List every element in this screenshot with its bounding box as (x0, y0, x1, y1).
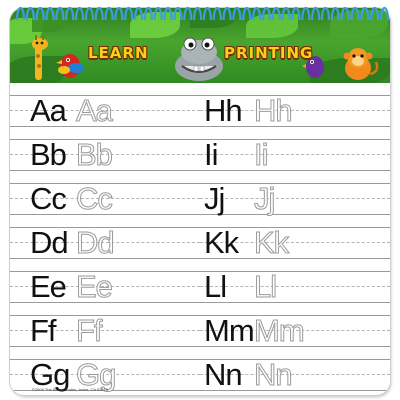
spiral-coil (35, 6, 45, 21)
letter-trace-guide: Kk (253, 225, 289, 260)
monkey-icon (343, 48, 379, 80)
spiral-coil (104, 6, 114, 21)
spiral-coil (370, 6, 380, 21)
spiral-coil (25, 6, 35, 21)
letter-solid: Jj (204, 181, 225, 216)
letter-solid: Ll (204, 269, 227, 304)
spiral-coil (330, 6, 340, 21)
letter-trace-guide: Ll (253, 269, 277, 304)
practice-board: LEARN PRINTING Aa Aa Bb Bb Cc Cc Dd Dd Ee Ee Ff Ff G… (10, 8, 390, 395)
spiral-coil (173, 6, 183, 21)
spiral-coil (55, 6, 65, 21)
spiral-coil (252, 6, 262, 21)
spiral-coil (192, 6, 203, 21)
writing-sheet: Aa Aa Bb Bb Cc Cc Dd Dd Ee Ee Ff Ff Gg Gg Hh Hh Ii Ii Jj J… (10, 83, 390, 395)
letter-row: Ff Ff (10, 311, 200, 355)
midline-guide (200, 286, 390, 287)
spiral-coil (94, 6, 104, 21)
letter-trace-guide: Aa (76, 93, 114, 128)
spiral-coil (301, 6, 311, 21)
letter-trace-guide: Hh (254, 93, 294, 128)
letter-solid: Kk (204, 225, 239, 260)
banner-title-printing: PRINTING (224, 44, 314, 62)
letter-trace-guide: Dd (76, 225, 116, 260)
letter-row: Aa Aa (10, 91, 200, 135)
letter-trace-guide: Bb (76, 137, 114, 172)
spiral-coil (65, 6, 75, 21)
spiral-coil (379, 6, 390, 21)
letter-row: Ll Ll (200, 267, 390, 311)
spiral-coil (183, 6, 193, 21)
spiral-coil (45, 6, 55, 21)
letter-solid: Ee (30, 269, 67, 304)
giraffe-icon (32, 35, 48, 80)
spiral-coil (222, 6, 232, 21)
banner-title-learn: LEARN (88, 44, 149, 62)
letter-row: Jj Jj (200, 179, 390, 223)
letter-row: Hh Hh (200, 91, 390, 135)
letter-row: Bb Bb (10, 135, 200, 179)
letter-row: Dd Dd (10, 223, 200, 267)
parrot-icon (56, 54, 84, 78)
guide-line (200, 271, 390, 272)
letter-solid: Mm (204, 313, 255, 348)
letter-trace-guide: Cc (76, 181, 114, 216)
spiral-coil (124, 6, 134, 21)
spiral-coil (350, 6, 360, 21)
letter-trace-guide: Mm (254, 313, 306, 348)
guide-line (200, 302, 390, 303)
letter-solid: Aa (30, 93, 67, 128)
letter-row: Mm Mm (200, 311, 390, 355)
spiral-coil (360, 6, 370, 21)
spiral-coil (311, 6, 321, 21)
letter-trace-guide: Nn (254, 357, 294, 392)
letter-row: Ii Ii (200, 135, 390, 179)
spiral-coil (74, 6, 85, 21)
letter-column-right: Hh Hh Ii Ii Jj Jj Kk Kk Ll Ll Mm Mm Nn Nn (200, 91, 390, 395)
spiral-coil (291, 6, 301, 21)
letter-solid: Bb (30, 137, 67, 172)
spiral-coil (242, 6, 252, 21)
spiral-coil (232, 6, 242, 21)
letter-trace-guide: Jj (253, 181, 275, 216)
letter-column-left: Aa Aa Bb Bb Cc Cc Dd Dd Ee Ee Ff Ff Gg Gg (10, 91, 200, 395)
spiral-coil (320, 6, 331, 21)
letter-trace-guide: Ee (76, 269, 114, 304)
spiral-coil (281, 6, 291, 21)
spiral-coil (212, 6, 222, 21)
letter-solid: Ff (30, 313, 57, 348)
spiral-coil (114, 6, 124, 21)
spiral-coil (261, 6, 272, 21)
letter-solid: Ii (204, 137, 218, 172)
letter-solid: Dd (30, 225, 69, 260)
letter-row: Cc Cc (10, 179, 200, 223)
letter-trace-guide: Ff (76, 313, 104, 348)
spiral-coil (15, 6, 26, 21)
guide-line (200, 170, 390, 171)
spiral-coil (271, 6, 281, 21)
spiral-coil (153, 6, 163, 21)
spiral-binding (15, 6, 390, 21)
spiral-coil (133, 6, 144, 21)
spiral-coil (163, 6, 173, 21)
guide-line (200, 139, 390, 140)
midline-guide (200, 198, 390, 199)
midline-guide (200, 154, 390, 155)
spiral-coil (340, 6, 350, 21)
letter-solid: Hh (204, 93, 243, 128)
letter-row: Kk Kk (200, 223, 390, 267)
letter-solid: Cc (30, 181, 67, 216)
spiral-coil (84, 6, 94, 21)
letter-row: Ee Ee (10, 267, 200, 311)
spiral-coil (143, 6, 153, 21)
guide-line (200, 183, 390, 184)
hippo-icon (175, 37, 223, 81)
letter-solid: Nn (204, 357, 243, 392)
letter-trace-guide: Ii (254, 137, 269, 172)
copyright-footer: ©2009 The Board Dudes, Irvine, CA 92618 (32, 387, 109, 392)
letter-row: Nn Nn (200, 355, 390, 395)
guide-line (200, 214, 390, 215)
spiral-coil (202, 6, 213, 21)
